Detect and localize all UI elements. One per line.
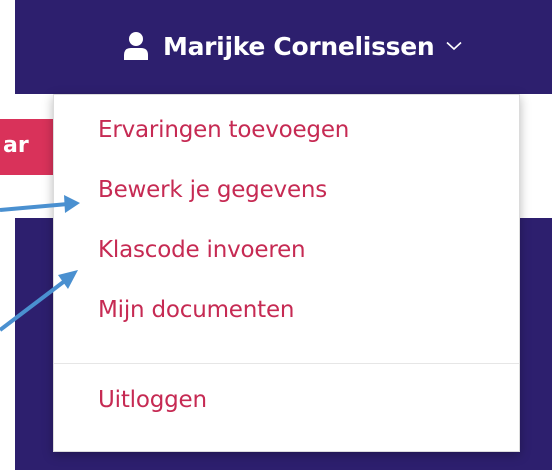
top-navigation-bar: Marijke Cornelissen xyxy=(15,0,552,94)
user-name: Marijke Cornelissen xyxy=(163,31,435,61)
menu-item-add-experiences[interactable]: Ervaringen toevoegen xyxy=(98,117,349,157)
menu-item-logout[interactable]: Uitloggen xyxy=(98,387,207,427)
menu-divider xyxy=(54,363,519,364)
chevron-down-icon xyxy=(446,41,462,51)
page: Marijke Cornelissen ar Ervaringen toevoe… xyxy=(0,0,552,470)
user-dropdown-menu: Ervaringen toevoegen Bewerk je gegevens … xyxy=(53,94,520,452)
partial-action-button-label: ar xyxy=(3,133,29,158)
menu-item-my-documents[interactable]: Mijn documenten xyxy=(98,297,294,337)
user-icon xyxy=(124,32,148,60)
user-menu-toggle[interactable]: Marijke Cornelissen xyxy=(123,24,462,68)
menu-item-edit-details[interactable]: Bewerk je gegevens xyxy=(98,177,327,217)
menu-item-enter-class-code[interactable]: Klascode invoeren xyxy=(98,237,306,277)
